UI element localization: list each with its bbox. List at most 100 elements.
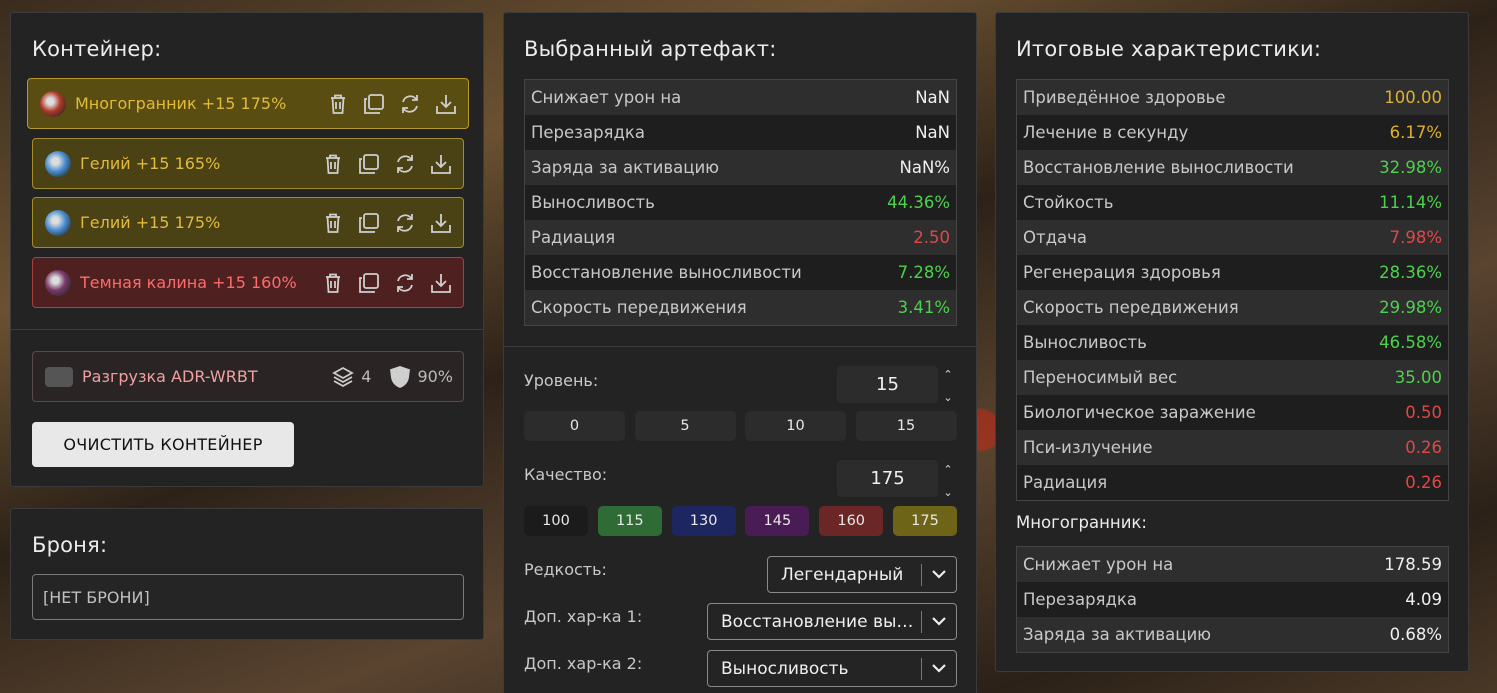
stat-name: Радиация [531,228,616,247]
stat-name: Биологическое заражение [1023,403,1256,422]
extra2-value: Выносливость [721,658,849,679]
stat-value: 7.28% [897,263,950,282]
stat-row: Снижает урон на 178.59 [1017,547,1448,582]
quality-preset-button[interactable]: 175 [893,506,957,536]
level-spinner[interactable]: ⌃ ⌄ [941,368,955,404]
artifact-slot[interactable]: Гелий +15 175% [32,197,464,248]
clear-container-button[interactable]: ОЧИСТИТЬ КОНТЕЙНЕР [32,422,294,467]
extra1-select[interactable]: Восстановление выносливости [707,603,957,640]
stat-value: 0.26 [1405,473,1442,492]
artifact-label: Многогранник +15 175% [75,94,287,113]
level-up-icon[interactable]: ⌃ [943,368,952,381]
stat-value: 3.41% [897,298,950,317]
stat-row: Восстановление выносливости 32.98% [1017,150,1448,185]
stat-name: Снижает урон на [531,88,682,107]
copy-icon[interactable] [362,92,385,115]
stat-name: Скорость передвижения [531,298,747,317]
copy-icon[interactable] [357,271,380,294]
stat-name: Пси-излучение [1023,438,1153,457]
level-preset-button[interactable]: 0 [524,411,625,441]
quality-preset-button[interactable]: 100 [524,506,588,536]
stat-value: NaN [915,123,950,142]
stat-name: Радиация [1023,473,1108,492]
copy-icon[interactable] [357,211,380,234]
copy-icon[interactable] [357,152,380,175]
quality-down-icon[interactable]: ⌄ [943,486,952,499]
trash-icon[interactable] [326,92,349,115]
download-icon[interactable] [429,211,452,234]
extra1-value: Восстановление выносливости [721,611,921,632]
stat-value: 46.58% [1379,333,1442,352]
container-title: Контейнер: [32,37,162,61]
artifact-divider [504,346,976,347]
shield-icon [389,365,411,389]
stat-row: Перезарядка NaN [525,115,956,150]
stat-value: NaN% [899,158,950,177]
stat-name: Снижает урон на [1023,555,1174,574]
quality-up-icon[interactable]: ⌃ [943,463,952,476]
swap-icon[interactable] [393,211,416,234]
stat-value: 7.98% [1389,228,1442,247]
vest-slots-count: 4 [361,367,372,386]
swap-icon[interactable] [393,152,416,175]
stat-name: Лечение в секунду [1023,123,1189,142]
artifact-icon [45,150,71,177]
level-label: Уровень: [524,371,599,390]
stat-name: Переносимый вес [1023,368,1178,387]
rarity-select[interactable]: Легендарный [767,556,957,593]
level-down-icon[interactable]: ⌄ [943,391,952,404]
stat-value: 0.50 [1405,403,1442,422]
quality-preset-button[interactable]: 115 [597,506,662,536]
download-icon[interactable] [429,152,452,175]
rarity-label: Редкость: [524,560,607,579]
quality-input[interactable]: 175 [837,460,938,497]
quality-preset-button[interactable]: 160 [819,506,884,536]
artifact-slot[interactable]: Темная калина +15 160% [32,257,464,308]
download-icon[interactable] [429,271,452,294]
extra1-label: Доп. хар-ка 1: [524,607,643,626]
swap-icon[interactable] [398,92,421,115]
stat-value: 35.00 [1394,368,1442,387]
stat-row: Стойкость 11.14% [1017,185,1448,220]
stat-name: Восстановление выносливости [531,263,802,282]
stat-value: 6.17% [1389,123,1442,142]
stat-name: Перезарядка [531,123,645,142]
stat-value: 32.98% [1379,158,1442,177]
stat-row: Скорость передвижения 29.98% [1017,290,1448,325]
level-input[interactable]: 15 [837,366,938,403]
swap-icon[interactable] [393,271,416,294]
stat-name: Заряда за активацию [531,158,720,177]
stat-value: 44.36% [887,193,950,212]
artifact-label: Гелий +15 165% [80,154,221,173]
level-preset-button[interactable]: 10 [745,411,846,441]
level-preset-button[interactable]: 5 [634,411,736,441]
vest-slot[interactable]: Разгрузка ADR-WRBT 4 90% [32,351,464,402]
trash-icon[interactable] [321,271,344,294]
quality-preset-button[interactable]: 130 [671,506,736,536]
stat-row: Радиация 0.26 [1017,465,1448,500]
stat-row: Снижает урон на NaN [525,80,956,115]
artifact-icon [45,209,71,236]
extra2-label: Доп. хар-ка 2: [524,654,643,673]
quality-preset-button[interactable]: 145 [745,506,810,536]
extra2-select[interactable]: Выносливость [707,650,957,687]
artifact-icon [45,269,71,296]
trash-icon[interactable] [321,211,344,234]
artifact-slot[interactable]: Многогранник +15 175% [27,78,469,129]
container-divider [11,329,483,330]
stat-name: Скорость передвижения [1023,298,1239,317]
stat-value: NaN [915,88,950,107]
summary-panel: Итоговые характеристики: Приведённое здо… [995,12,1469,672]
quality-spinner[interactable]: ⌃ ⌄ [941,463,955,499]
armor-select[interactable]: [НЕТ БРОНИ] [32,574,464,620]
chevron-down-icon [922,664,956,673]
chevron-down-icon [922,570,956,579]
level-preset-button[interactable]: 15 [855,411,957,441]
stat-value: 4.09 [1405,590,1442,609]
armor-panel: Броня: [НЕТ БРОНИ] [10,508,484,640]
trash-icon[interactable] [321,152,344,175]
stat-row: Отдача 7.98% [1017,220,1448,255]
stat-row: Восстановление выносливости 7.28% [525,255,956,290]
artifact-slot[interactable]: Гелий +15 165% [32,138,464,189]
download-icon[interactable] [434,92,457,115]
